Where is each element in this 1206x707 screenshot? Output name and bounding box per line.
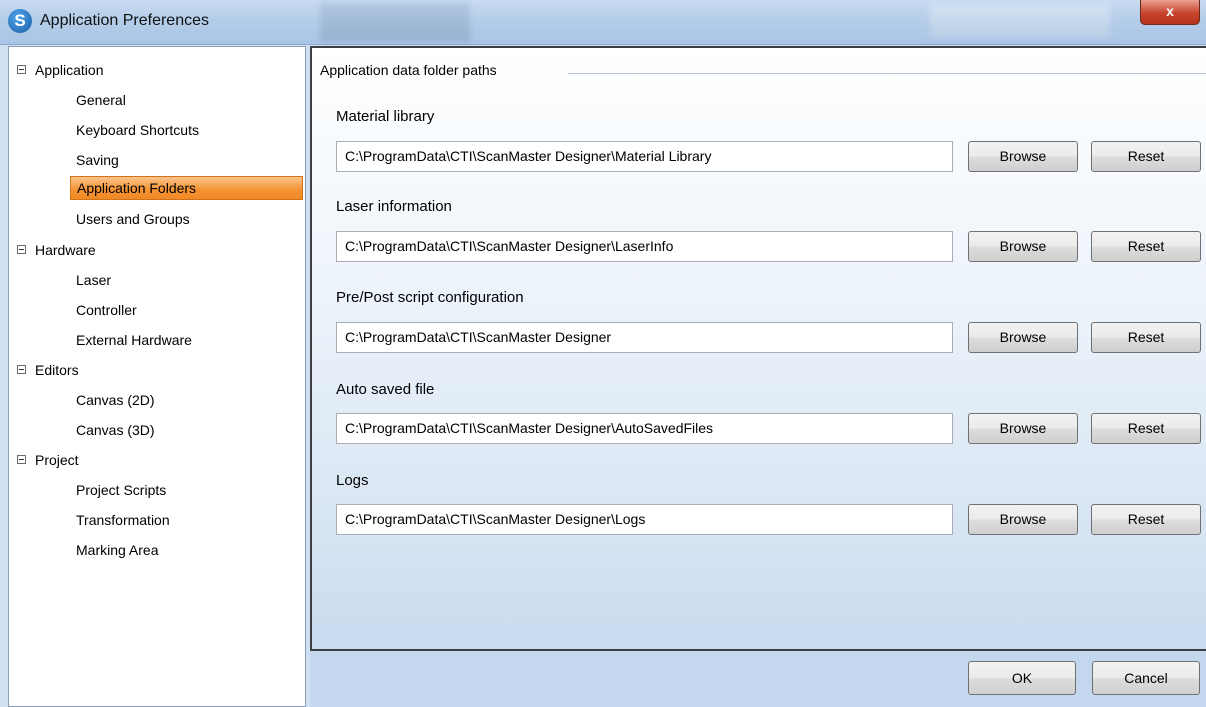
- logs-label: Logs: [336, 472, 369, 489]
- tree-item-laser[interactable]: Laser: [70, 268, 117, 292]
- background-window-blur: [930, 6, 1110, 38]
- tree-item-canvas-3d[interactable]: Canvas (3D): [70, 418, 161, 442]
- title-bar: S Application Preferences x: [0, 0, 1206, 45]
- material-library-reset-button[interactable]: Reset: [1091, 141, 1201, 172]
- folder-settings-panel: Application data folder paths Material l…: [310, 46, 1206, 651]
- logs-reset-button[interactable]: Reset: [1091, 504, 1201, 535]
- logs-path-input[interactable]: C:\ProgramData\CTI\ScanMaster Designer\L…: [336, 504, 953, 535]
- app-logo-icon: S: [8, 9, 32, 33]
- collapse-icon[interactable]: [17, 455, 26, 464]
- material-library-browse-button[interactable]: Browse: [968, 141, 1078, 172]
- collapse-icon[interactable]: [17, 65, 26, 74]
- background-window-blur: [320, 2, 470, 42]
- tree-item-general[interactable]: General: [70, 88, 132, 112]
- tree-item-users-and-groups[interactable]: Users and Groups: [70, 207, 196, 231]
- tree-item-saving[interactable]: Saving: [70, 148, 125, 172]
- tree-group-label: Hardware: [35, 242, 96, 258]
- tree-item-transformation[interactable]: Transformation: [70, 508, 176, 532]
- script-configuration-reset-button[interactable]: Reset: [1091, 322, 1201, 353]
- tree-item-marking-area[interactable]: Marking Area: [70, 538, 164, 562]
- tree-item-controller[interactable]: Controller: [70, 298, 143, 322]
- section-divider: [568, 73, 1206, 74]
- tree-item-external-hardware[interactable]: External Hardware: [70, 328, 198, 352]
- auto-saved-file-label: Auto saved file: [336, 381, 435, 398]
- laser-information-browse-button[interactable]: Browse: [968, 231, 1078, 262]
- cancel-button[interactable]: Cancel: [1092, 661, 1200, 695]
- material-library-path-input[interactable]: C:\ProgramData\CTI\ScanMaster Designer\M…: [336, 141, 953, 172]
- laser-information-reset-button[interactable]: Reset: [1091, 231, 1201, 262]
- tree-group-label: Editors: [35, 362, 79, 378]
- section-title: Application data folder paths: [320, 62, 497, 78]
- window-title: Application Preferences: [40, 12, 209, 29]
- script-configuration-path-input[interactable]: C:\ProgramData\CTI\ScanMaster Designer: [336, 322, 953, 353]
- auto-saved-file-reset-button[interactable]: Reset: [1091, 413, 1201, 444]
- preferences-tree[interactable]: Application General Keyboard Shortcuts S…: [8, 46, 306, 707]
- material-library-label: Material library: [336, 108, 435, 125]
- tree-item-canvas-2d[interactable]: Canvas (2D): [70, 388, 161, 412]
- script-configuration-browse-button[interactable]: Browse: [968, 322, 1078, 353]
- auto-saved-file-path-input[interactable]: C:\ProgramData\CTI\ScanMaster Designer\A…: [336, 413, 953, 444]
- tree-group-label: Project: [35, 452, 79, 468]
- script-configuration-label: Pre/Post script configuration: [336, 289, 524, 306]
- auto-saved-file-browse-button[interactable]: Browse: [968, 413, 1078, 444]
- tree-item-keyboard-shortcuts[interactable]: Keyboard Shortcuts: [70, 118, 205, 142]
- laser-information-label: Laser information: [336, 198, 452, 215]
- close-button[interactable]: x: [1140, 0, 1200, 25]
- ok-button[interactable]: OK: [968, 661, 1076, 695]
- collapse-icon[interactable]: [17, 365, 26, 374]
- tree-item-application-folders[interactable]: Application Folders: [70, 176, 303, 200]
- tree-item-project-scripts[interactable]: Project Scripts: [70, 478, 172, 502]
- tree-group-label: Application: [35, 62, 104, 78]
- collapse-icon[interactable]: [17, 245, 26, 254]
- logs-browse-button[interactable]: Browse: [968, 504, 1078, 535]
- dialog-footer: OK Cancel: [310, 651, 1206, 707]
- laser-information-path-input[interactable]: C:\ProgramData\CTI\ScanMaster Designer\L…: [336, 231, 953, 262]
